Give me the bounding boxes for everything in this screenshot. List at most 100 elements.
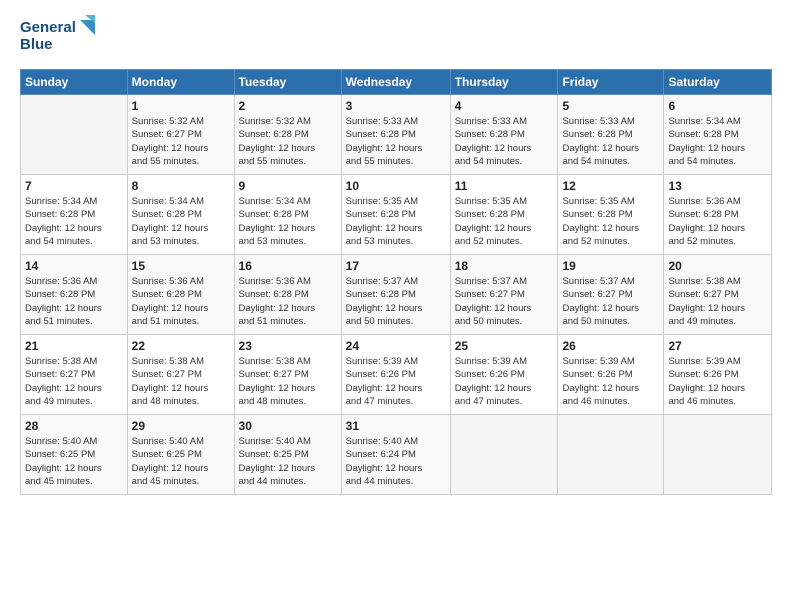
day-info: Sunrise: 5:38 AMSunset: 6:27 PMDaylight:… bbox=[25, 355, 123, 408]
svg-text:General: General bbox=[20, 19, 76, 36]
calendar-cell: 14 Sunrise: 5:36 AMSunset: 6:28 PMDayligh… bbox=[21, 255, 128, 335]
day-number: 1 bbox=[132, 99, 230, 113]
calendar-cell: 25Sunrise: 5:39 AMSunset: 6:26 PMDayligh… bbox=[450, 335, 558, 415]
logo: GeneralBlue bbox=[20, 15, 100, 57]
day-number: 2 bbox=[239, 99, 337, 113]
day-info: Sunrise: 5:33 AMSunset: 6:28 PMDaylight:… bbox=[562, 115, 659, 168]
calendar-cell bbox=[664, 415, 772, 495]
weekday-header-row: SundayMondayTuesdayWednesdayThursdayFrid… bbox=[21, 70, 772, 95]
calendar-cell: 28 Sunrise: 5:40 AMSunset: 6:25 PMDayligh… bbox=[21, 415, 128, 495]
calendar-cell: 23 Sunrise: 5:38 AMSunset: 6:27 PMDayligh… bbox=[234, 335, 341, 415]
day-number: 25 bbox=[455, 339, 554, 353]
day-number: 13 bbox=[668, 179, 767, 193]
calendar-cell: 9 Sunrise: 5:34 AMSunset: 6:28 PMDaylight… bbox=[234, 175, 341, 255]
svg-text:Blue: Blue bbox=[20, 36, 53, 53]
calendar-week-4: 21 Sunrise: 5:38 AMSunset: 6:27 PMDayligh… bbox=[21, 335, 772, 415]
calendar-cell: 10 Sunrise: 5:35 AMSunset: 6:28 PMDayligh… bbox=[341, 175, 450, 255]
day-info: Sunrise: 5:34 AMSunset: 6:28 PMDaylight:… bbox=[668, 115, 767, 168]
calendar-cell: 20Sunrise: 5:38 AMSunset: 6:27 PMDayligh… bbox=[664, 255, 772, 335]
day-info: Sunrise: 5:40 AMSunset: 6:25 PMDaylight:… bbox=[132, 435, 230, 488]
calendar-cell: 19 Sunrise: 5:37 AMSunset: 6:27 PMDayligh… bbox=[558, 255, 664, 335]
page-header: GeneralBlue bbox=[20, 15, 772, 57]
day-info: Sunrise: 5:36 AMSunset: 6:28 PMDaylight:… bbox=[132, 275, 230, 328]
calendar-cell: 15 Sunrise: 5:36 AMSunset: 6:28 PMDayligh… bbox=[127, 255, 234, 335]
day-number: 23 bbox=[239, 339, 337, 353]
day-info: Sunrise: 5:35 AMSunset: 6:28 PMDaylight:… bbox=[346, 195, 446, 248]
weekday-header-tuesday: Tuesday bbox=[234, 70, 341, 95]
day-info: Sunrise: 5:35 AMSunset: 6:28 PMDaylight:… bbox=[455, 195, 554, 248]
day-info: Sunrise: 5:34 AMSunset: 6:28 PMDaylight:… bbox=[25, 195, 123, 248]
day-number: 30 bbox=[239, 419, 337, 433]
day-number: 18 bbox=[455, 259, 554, 273]
day-info: Sunrise: 5:34 AMSunset: 6:28 PMDaylight:… bbox=[132, 195, 230, 248]
day-number: 10 bbox=[346, 179, 446, 193]
day-number: 4 bbox=[455, 99, 554, 113]
calendar-cell: 3Sunrise: 5:33 AMSunset: 6:28 PMDaylight… bbox=[341, 95, 450, 175]
day-number: 11 bbox=[455, 179, 554, 193]
calendar-cell: 6Sunrise: 5:34 AMSunset: 6:28 PMDaylight… bbox=[664, 95, 772, 175]
day-number: 24 bbox=[346, 339, 446, 353]
day-info: Sunrise: 5:32 AMSunset: 6:27 PMDaylight:… bbox=[132, 115, 230, 168]
calendar-cell: 5 Sunrise: 5:33 AMSunset: 6:28 PMDaylight… bbox=[558, 95, 664, 175]
calendar-cell: 1 Sunrise: 5:32 AMSunset: 6:27 PMDaylight… bbox=[127, 95, 234, 175]
calendar-cell: 16 Sunrise: 5:36 AMSunset: 6:28 PMDayligh… bbox=[234, 255, 341, 335]
calendar-cell: 12 Sunrise: 5:35 AMSunset: 6:28 PMDayligh… bbox=[558, 175, 664, 255]
day-number: 31 bbox=[346, 419, 446, 433]
day-number: 15 bbox=[132, 259, 230, 273]
calendar-cell: 8 Sunrise: 5:34 AMSunset: 6:28 PMDaylight… bbox=[127, 175, 234, 255]
day-info: Sunrise: 5:39 AMSunset: 6:26 PMDaylight:… bbox=[668, 355, 767, 408]
weekday-header-saturday: Saturday bbox=[664, 70, 772, 95]
day-number: 5 bbox=[562, 99, 659, 113]
logo-svg: GeneralBlue bbox=[20, 15, 100, 57]
day-info: Sunrise: 5:40 AMSunset: 6:25 PMDaylight:… bbox=[239, 435, 337, 488]
day-info: Sunrise: 5:39 AMSunset: 6:26 PMDaylight:… bbox=[562, 355, 659, 408]
day-info: Sunrise: 5:36 AMSunset: 6:28 PMDaylight:… bbox=[668, 195, 767, 248]
day-info: Sunrise: 5:39 AMSunset: 6:26 PMDaylight:… bbox=[346, 355, 446, 408]
calendar-week-2: 7 Sunrise: 5:34 AMSunset: 6:28 PMDaylight… bbox=[21, 175, 772, 255]
calendar-cell: 22Sunrise: 5:38 AMSunset: 6:27 PMDayligh… bbox=[127, 335, 234, 415]
calendar-cell bbox=[558, 415, 664, 495]
calendar-cell: 31 Sunrise: 5:40 AMSunset: 6:24 PMDayligh… bbox=[341, 415, 450, 495]
day-number: 29 bbox=[132, 419, 230, 433]
day-info: Sunrise: 5:40 AMSunset: 6:24 PMDaylight:… bbox=[346, 435, 446, 488]
day-number: 3 bbox=[346, 99, 446, 113]
day-info: Sunrise: 5:40 AMSunset: 6:25 PMDaylight:… bbox=[25, 435, 123, 488]
weekday-header-wednesday: Wednesday bbox=[341, 70, 450, 95]
calendar-cell: 11 Sunrise: 5:35 AMSunset: 6:28 PMDayligh… bbox=[450, 175, 558, 255]
day-number: 12 bbox=[562, 179, 659, 193]
weekday-header-thursday: Thursday bbox=[450, 70, 558, 95]
day-number: 7 bbox=[25, 179, 123, 193]
day-number: 26 bbox=[562, 339, 659, 353]
day-number: 28 bbox=[25, 419, 123, 433]
day-number: 16 bbox=[239, 259, 337, 273]
calendar-cell: 13 Sunrise: 5:36 AMSunset: 6:28 PMDayligh… bbox=[664, 175, 772, 255]
day-info: Sunrise: 5:38 AMSunset: 6:27 PMDaylight:… bbox=[668, 275, 767, 328]
day-info: Sunrise: 5:32 AMSunset: 6:28 PMDaylight:… bbox=[239, 115, 337, 168]
day-info: Sunrise: 5:36 AMSunset: 6:28 PMDaylight:… bbox=[25, 275, 123, 328]
day-info: Sunrise: 5:35 AMSunset: 6:28 PMDaylight:… bbox=[562, 195, 659, 248]
day-info: Sunrise: 5:38 AMSunset: 6:27 PMDaylight:… bbox=[239, 355, 337, 408]
day-info: Sunrise: 5:36 AMSunset: 6:28 PMDaylight:… bbox=[239, 275, 337, 328]
calendar-cell: 21 Sunrise: 5:38 AMSunset: 6:27 PMDayligh… bbox=[21, 335, 128, 415]
day-info: Sunrise: 5:34 AMSunset: 6:28 PMDaylight:… bbox=[239, 195, 337, 248]
calendar-cell: 18 Sunrise: 5:37 AMSunset: 6:27 PMDayligh… bbox=[450, 255, 558, 335]
day-number: 17 bbox=[346, 259, 446, 273]
day-info: Sunrise: 5:37 AMSunset: 6:27 PMDaylight:… bbox=[455, 275, 554, 328]
calendar-cell bbox=[450, 415, 558, 495]
calendar-cell: 2 Sunrise: 5:32 AMSunset: 6:28 PMDaylight… bbox=[234, 95, 341, 175]
day-number: 9 bbox=[239, 179, 337, 193]
day-number: 21 bbox=[25, 339, 123, 353]
calendar-cell: 24 Sunrise: 5:39 AMSunset: 6:26 PMDayligh… bbox=[341, 335, 450, 415]
calendar-week-5: 28 Sunrise: 5:40 AMSunset: 6:25 PMDayligh… bbox=[21, 415, 772, 495]
calendar-cell: 26 Sunrise: 5:39 AMSunset: 6:26 PMDayligh… bbox=[558, 335, 664, 415]
day-number: 14 bbox=[25, 259, 123, 273]
calendar-cell bbox=[21, 95, 128, 175]
calendar-cell: 30 Sunrise: 5:40 AMSunset: 6:25 PMDayligh… bbox=[234, 415, 341, 495]
weekday-header-monday: Monday bbox=[127, 70, 234, 95]
calendar-week-3: 14 Sunrise: 5:36 AMSunset: 6:28 PMDayligh… bbox=[21, 255, 772, 335]
calendar-cell: 7 Sunrise: 5:34 AMSunset: 6:28 PMDaylight… bbox=[21, 175, 128, 255]
day-number: 8 bbox=[132, 179, 230, 193]
day-number: 19 bbox=[562, 259, 659, 273]
day-info: Sunrise: 5:37 AMSunset: 6:27 PMDaylight:… bbox=[562, 275, 659, 328]
day-info: Sunrise: 5:37 AMSunset: 6:28 PMDaylight:… bbox=[346, 275, 446, 328]
